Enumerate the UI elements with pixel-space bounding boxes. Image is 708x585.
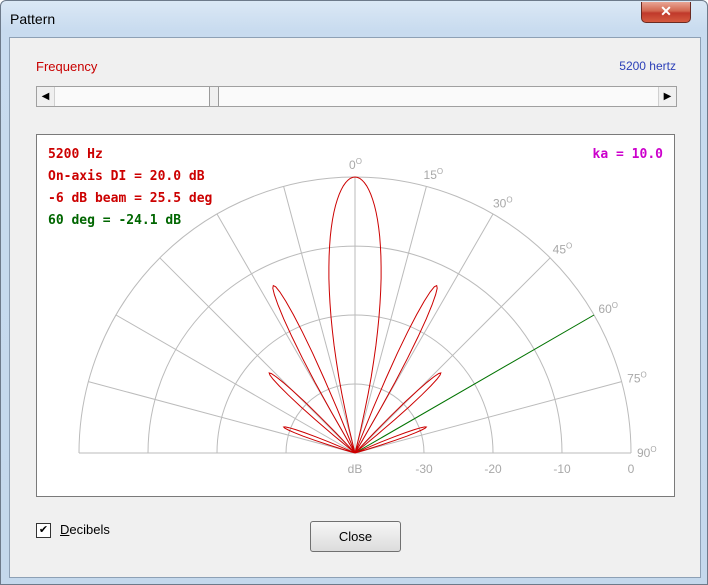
angle-tick-label: 15O bbox=[424, 167, 444, 182]
angle-tick-label: 60O bbox=[598, 301, 618, 316]
window-close-icon[interactable]: ✕ bbox=[641, 2, 691, 23]
degree-symbol: O bbox=[641, 370, 647, 379]
frequency-label: Frequency bbox=[36, 59, 98, 74]
grid-spoke bbox=[354, 257, 551, 454]
pattern-window: Pattern ✕ Frequency 5200 hertz ◀ ▶ 0O 15O… bbox=[0, 0, 708, 585]
title-bar[interactable]: Pattern ✕ bbox=[1, 1, 707, 37]
degree-symbol: O bbox=[506, 196, 512, 205]
db-tick-label: -30 bbox=[415, 462, 433, 476]
degree-symbol: O bbox=[356, 157, 362, 166]
grid-spoke bbox=[88, 381, 356, 454]
degree-symbol: O bbox=[437, 167, 443, 176]
decibels-checkbox[interactable]: ✔ bbox=[36, 523, 51, 538]
degree-symbol: O bbox=[566, 241, 572, 250]
close-button[interactable]: Close bbox=[310, 521, 401, 552]
info-60-deg-level: 60 deg = -24.1 dB bbox=[48, 213, 181, 228]
db-tick-label: 0 bbox=[628, 462, 635, 476]
grid-spoke bbox=[283, 186, 356, 454]
info-on-axis-di: On-axis DI = 20.0 dB bbox=[48, 169, 205, 184]
angle-tick-label: 0O bbox=[349, 157, 362, 172]
degree-symbol: O bbox=[650, 445, 656, 454]
db-tick-label: -20 bbox=[484, 462, 502, 476]
polar-pattern-plot: 0O 15O 30O 45O 60O 75O 90O dB -30 -20 -10 0 5200 Hz O… bbox=[36, 134, 675, 497]
scroll-right-arrow-icon[interactable]: ▶ bbox=[658, 87, 676, 106]
info-beam-width: -6 dB beam = 25.5 deg bbox=[48, 191, 212, 206]
frequency-value: 5200 hertz bbox=[619, 59, 676, 73]
scrollbar-thumb[interactable] bbox=[209, 87, 220, 106]
info-ka: ka = 10.0 bbox=[593, 147, 664, 162]
window-title: Pattern bbox=[10, 11, 56, 27]
degree-symbol: O bbox=[612, 301, 618, 310]
decibels-label: Decibels bbox=[60, 522, 110, 537]
db-tick-label: -10 bbox=[553, 462, 571, 476]
frequency-scrollbar[interactable]: ◀ ▶ bbox=[36, 86, 677, 107]
dialog-client-area: Frequency 5200 hertz ◀ ▶ 0O 15O 30O 45O 60O 7… bbox=[9, 37, 701, 578]
angle-tick-label: 30O bbox=[493, 196, 513, 211]
grid-spoke bbox=[354, 381, 622, 454]
db-tick-label: dB bbox=[348, 462, 363, 476]
info-frequency: 5200 Hz bbox=[48, 147, 103, 162]
grid-spoke bbox=[354, 186, 427, 454]
scroll-left-arrow-icon[interactable]: ◀ bbox=[37, 87, 55, 106]
grid-spoke bbox=[159, 257, 356, 454]
angle-60-marker-line bbox=[354, 314, 595, 454]
polar-chart: 0O 15O 30O 45O 60O 75O 90O dB -30 -20 -10 0 5200 Hz O… bbox=[48, 147, 664, 476]
grid-spoke bbox=[115, 314, 356, 454]
angle-tick-label: 75O bbox=[627, 370, 647, 385]
angle-tick-label: 90O bbox=[637, 445, 657, 460]
angle-tick-label: 45O bbox=[553, 241, 573, 256]
